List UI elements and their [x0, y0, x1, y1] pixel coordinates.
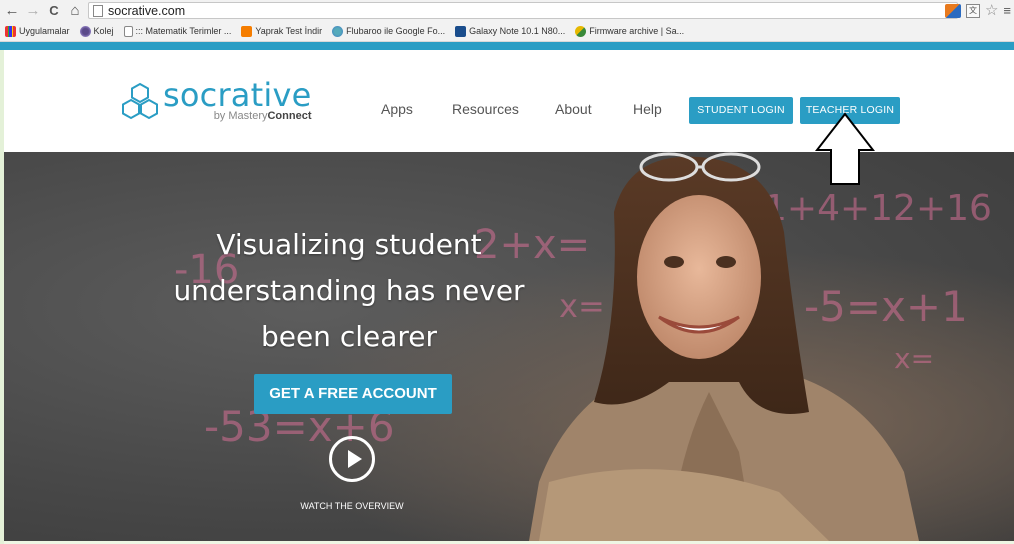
tj-icon	[455, 25, 467, 37]
blogger-icon	[241, 25, 253, 37]
bookmark-label: Uygulamalar	[19, 26, 70, 36]
url-text: socrative.com	[108, 3, 186, 18]
address-bar[interactable]: socrative.com	[88, 2, 958, 19]
bookmark-yaprak[interactable]: Yaprak Test İndir	[241, 25, 323, 37]
kolej-icon	[79, 25, 91, 37]
apps-icon	[5, 25, 16, 37]
annotation-up-arrow-icon	[815, 112, 875, 185]
bookmark-apps[interactable]: Uygulamalar	[5, 25, 70, 37]
browser-toolbar: ← → C ⌂ socrative.com 文 ☆ ≡	[0, 0, 1014, 21]
bookmark-label: Firmware archive | Sa...	[589, 26, 685, 36]
page-icon	[123, 25, 133, 37]
get-free-account-button[interactable]: GET A FREE ACCOUNT	[254, 374, 452, 414]
play-video-icon[interactable]	[329, 436, 375, 482]
bookmark-kolej[interactable]: Kolej	[79, 25, 114, 37]
bookmark-label: Yaprak Test İndir	[255, 26, 323, 36]
bookmark-label: Kolej	[93, 26, 114, 36]
hero-headline: Visualizing student understanding has ne…	[173, 228, 525, 353]
bookmark-label: Galaxy Note 10.1 N80...	[469, 26, 566, 36]
bookmark-firmware[interactable]: Firmware archive | Sa...	[575, 25, 685, 37]
bookmarks-bar: Uygulamalar Kolej ::: Matematik Terimler…	[0, 21, 1014, 42]
hero-section: -16 2+x= 1+4+12+16 -5=x+1 x= x= -53=x+6	[4, 152, 1014, 541]
nav-apps[interactable]: Apps	[381, 101, 413, 117]
bookmark-star-icon[interactable]: ☆	[985, 3, 998, 18]
translate-icon[interactable]: 文	[965, 3, 980, 18]
reload-icon[interactable]: C	[45, 2, 63, 20]
forward-icon[interactable]: →	[24, 2, 42, 20]
teacher-photo	[529, 152, 919, 541]
nav-about[interactable]: About	[555, 101, 592, 117]
hexagon-logo-icon	[122, 82, 158, 120]
bookmark-label: ::: Matematik Terimler ...	[135, 26, 232, 36]
nav-resources[interactable]: Resources	[452, 101, 519, 117]
menu-icon[interactable]: ≡	[1003, 3, 1011, 18]
nav-help[interactable]: Help	[633, 101, 662, 117]
watch-overview-link[interactable]: WATCH THE OVERVIEW	[274, 501, 430, 511]
bookmark-flubaroo[interactable]: Flubaroo ile Google Fo...	[332, 25, 446, 37]
student-login-button[interactable]: STUDENT LOGIN	[689, 97, 793, 124]
flubaroo-icon	[332, 25, 344, 37]
home-icon[interactable]: ⌂	[66, 2, 84, 20]
avast-extension-icon[interactable]	[944, 3, 961, 18]
back-icon[interactable]: ←	[3, 2, 21, 20]
bookmark-matematik[interactable]: ::: Matematik Terimler ...	[123, 25, 232, 37]
bookmark-galaxy[interactable]: Galaxy Note 10.1 N80...	[455, 25, 566, 37]
socrative-logo[interactable]: socrative by MasteryConnect	[121, 79, 311, 122]
logo-wordmark: socrative	[163, 76, 312, 114]
bookmark-label: Flubaroo ile Google Fo...	[346, 26, 446, 36]
firmware-icon	[575, 25, 587, 37]
page-icon	[93, 4, 103, 17]
extension-area: 文 ☆ ≡	[944, 2, 1011, 19]
accent-band	[0, 42, 1014, 50]
